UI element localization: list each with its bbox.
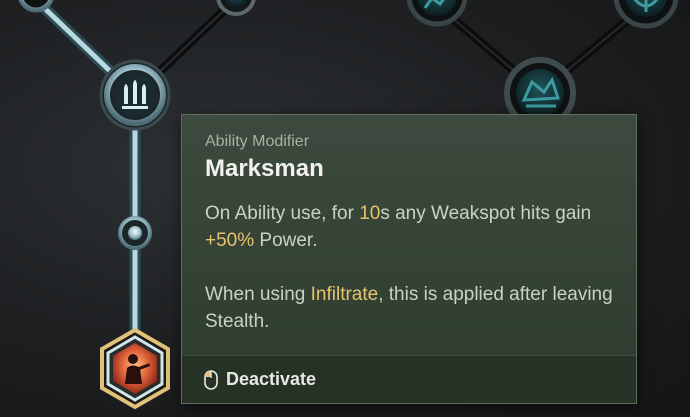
duration-value: 10 bbox=[359, 203, 381, 224]
ability-tooltip: Ability Modifier Marksman On Ability use… bbox=[181, 114, 637, 404]
connector-node[interactable] bbox=[118, 216, 152, 250]
mouse-left-click-icon bbox=[204, 370, 218, 390]
selected-modifier-node[interactable] bbox=[100, 327, 170, 410]
central-ability-node[interactable] bbox=[99, 59, 171, 131]
description-line-2: When using Infiltrate, this is applied a… bbox=[205, 284, 613, 332]
deactivate-label: Deactivate bbox=[226, 369, 317, 389]
tooltip-description: On Ability use, for 10s any Weakspot hit… bbox=[205, 200, 615, 335]
top-left-node[interactable] bbox=[18, 0, 54, 13]
power-bonus-value: +50% bbox=[205, 230, 255, 251]
tooltip-title: Marksman bbox=[205, 155, 324, 182]
description-line-1: On Ability use, for 10s any Weakspot hit… bbox=[205, 203, 592, 251]
tooltip-type-label: Ability Modifier bbox=[205, 133, 310, 150]
deactivate-action[interactable]: Deactivate bbox=[182, 355, 636, 403]
active-links bbox=[32, 0, 141, 360]
infiltrate-keyword: Infiltrate bbox=[310, 284, 379, 305]
